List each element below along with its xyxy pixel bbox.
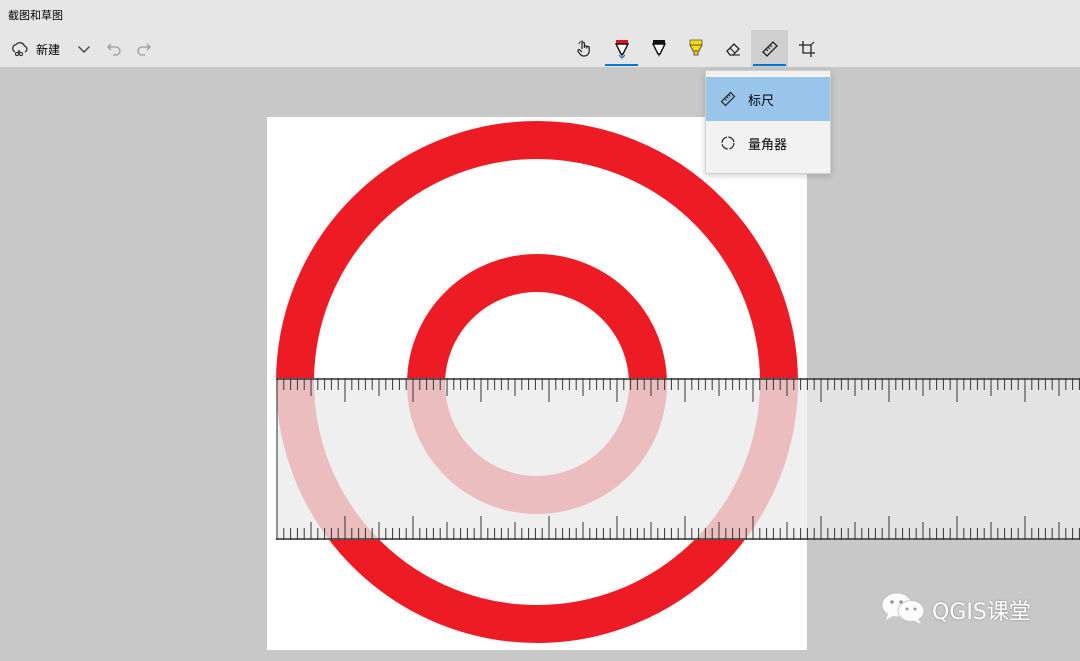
toolbar: 新建 — [0, 30, 1080, 67]
title-bar: 截图和草图 — [0, 0, 1080, 30]
new-button[interactable]: 新建 — [6, 36, 64, 62]
tool-pencil[interactable] — [640, 30, 677, 67]
menu-item-label: 量角器 — [748, 137, 788, 153]
undo-icon[interactable] — [104, 39, 124, 59]
new-button-label: 新建 — [36, 42, 61, 57]
crop-icon — [797, 39, 817, 59]
tool-touch-writing[interactable] — [566, 30, 603, 67]
tool-ruler[interactable] — [751, 30, 788, 67]
highlighter-icon — [686, 39, 706, 59]
tool-highlighter[interactable] — [677, 30, 714, 67]
redo-icon[interactable] — [134, 39, 154, 59]
window-title: 截图和草图 — [8, 9, 63, 22]
touch-hand-icon — [575, 39, 595, 59]
pencil-icon — [649, 39, 669, 59]
tool-eraser[interactable] — [714, 30, 751, 67]
tool-ballpoint-pen[interactable] — [603, 30, 640, 67]
ruler-icon — [760, 39, 780, 59]
tool-crop[interactable] — [788, 30, 825, 67]
menu-item-ruler[interactable]: 标尺 — [706, 77, 830, 121]
ruler-overlay[interactable] — [276, 378, 1080, 540]
toolbar-left: 新建 — [6, 36, 154, 62]
wechat-icon — [880, 591, 926, 629]
protractor-icon — [718, 133, 738, 153]
watermark-text: QGIS课堂 — [932, 600, 1031, 625]
menu-item-protractor[interactable]: 量角器 — [706, 121, 830, 165]
chevron-down-icon — [618, 44, 626, 63]
ruler-menu: 标尺 量角器 — [705, 70, 831, 174]
ink-tools — [566, 30, 825, 67]
chevron-down-icon[interactable] — [74, 39, 94, 59]
watermark: QGIS课堂 — [880, 591, 1031, 629]
menu-item-label: 标尺 — [748, 93, 775, 109]
new-snip-icon — [10, 39, 30, 59]
ruler-icon — [718, 89, 738, 109]
eraser-icon — [723, 39, 743, 59]
